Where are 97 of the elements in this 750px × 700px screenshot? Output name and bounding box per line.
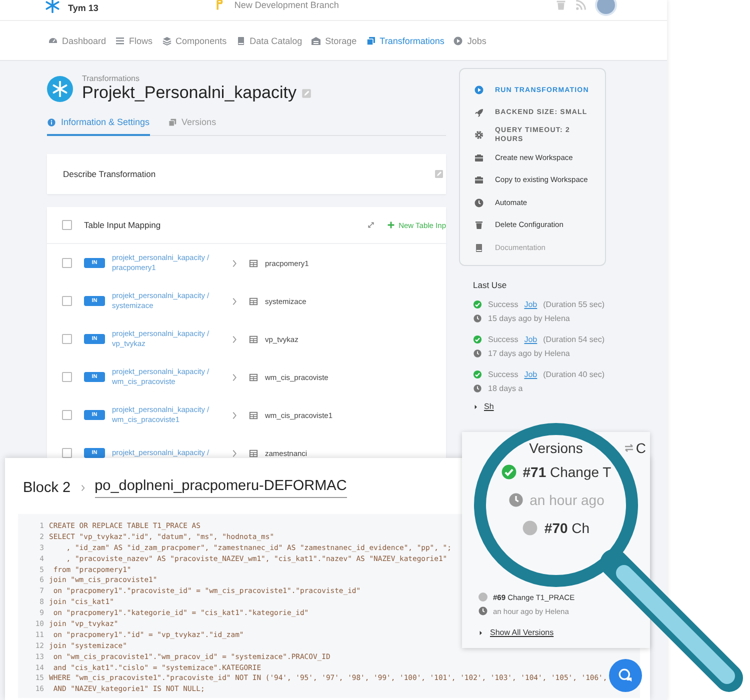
checkbox[interactable] xyxy=(62,334,72,344)
job-status: Success xyxy=(488,370,518,378)
version-time: an hour ago xyxy=(530,492,604,508)
nav-item[interactable]: Transformations xyxy=(366,36,444,46)
clock-icon xyxy=(473,384,482,392)
clock-icon xyxy=(478,606,488,616)
book-icon xyxy=(236,36,246,46)
clock-icon xyxy=(473,348,482,358)
table-icon xyxy=(249,448,258,458)
trash-icon xyxy=(555,0,567,11)
caret-icon xyxy=(478,630,484,636)
nav-item[interactable]: Data Catalog xyxy=(236,36,302,46)
job-status: Success xyxy=(488,300,518,308)
checkbox[interactable] xyxy=(62,410,72,420)
list-icon xyxy=(115,36,126,46)
job-duration: (Duration 54 sec) xyxy=(543,334,604,344)
chevron-icon xyxy=(230,448,239,458)
section-title: Last Use xyxy=(473,280,508,290)
block-title: Block 2 xyxy=(23,480,71,496)
checkbox[interactable] xyxy=(62,372,72,382)
version-title[interactable]: #70 Ch xyxy=(544,520,590,536)
tab[interactable]: Versions xyxy=(168,117,216,136)
branch-name[interactable]: New Development Branch xyxy=(234,0,339,10)
chat-icon xyxy=(618,668,634,684)
logo-icon xyxy=(45,0,60,12)
compare-link[interactable]: C xyxy=(636,440,646,456)
clock-icon xyxy=(474,198,484,208)
checkbox[interactable] xyxy=(62,296,72,306)
trash-icon xyxy=(474,220,484,230)
rocket-icon xyxy=(474,108,484,118)
job-duration: (Duration 55 sec) xyxy=(543,300,604,308)
chevron-icon xyxy=(230,372,239,382)
snowflake-icon xyxy=(52,80,68,96)
rss-icon xyxy=(575,0,587,11)
checkbox[interactable] xyxy=(62,258,72,268)
copy-icon xyxy=(168,118,177,126)
chevron-icon xyxy=(230,296,239,306)
caret-icon xyxy=(473,404,479,410)
describe-link[interactable]: Describe Transformation xyxy=(63,169,156,179)
tab[interactable]: Information & Settings xyxy=(47,117,150,136)
gauge-icon xyxy=(48,36,58,46)
nav-item[interactable]: Dashboard xyxy=(48,36,106,46)
nav-item[interactable]: Storage xyxy=(311,36,357,46)
plus-icon xyxy=(386,221,395,229)
table-icon xyxy=(249,258,258,268)
team-name[interactable]: Tym 13 xyxy=(68,3,98,13)
versions-title: Versions xyxy=(529,440,583,456)
box-icon xyxy=(474,175,484,186)
clock-icon xyxy=(473,314,482,322)
code-name-field[interactable]: po_doplneni_pracpomeru-DEFORMAC xyxy=(94,478,347,498)
chevron-icon xyxy=(230,410,239,420)
avatar[interactable] xyxy=(595,0,617,16)
expand-icon xyxy=(366,221,375,229)
squares-icon xyxy=(366,36,376,46)
table-icon xyxy=(249,372,258,382)
success-icon xyxy=(473,370,482,378)
page-title: Projekt_Personalni_kapacity xyxy=(82,83,297,103)
chevron-icon xyxy=(78,484,87,492)
stack-icon xyxy=(162,36,172,46)
success-icon xyxy=(473,334,482,344)
play-icon xyxy=(474,85,484,96)
edit-icon xyxy=(300,88,312,98)
job-duration: (Duration 40 sec) xyxy=(543,370,604,378)
nav-item[interactable]: Flows xyxy=(115,36,153,46)
success-icon xyxy=(473,300,482,308)
checkbox[interactable] xyxy=(62,220,72,230)
settings-icon xyxy=(474,130,484,140)
warehouse-icon xyxy=(311,36,322,46)
show-all-versions-link[interactable]: Show All Versions xyxy=(490,628,554,637)
job-link[interactable]: Job xyxy=(524,300,538,308)
book-icon xyxy=(474,242,484,253)
job-link[interactable]: Job xyxy=(524,370,538,378)
job-link[interactable]: Job xyxy=(524,334,538,344)
table-icon xyxy=(249,296,258,306)
section-title: Table Input Mapping xyxy=(84,220,161,230)
show-more-link[interactable]: Sh xyxy=(484,402,494,411)
play-icon xyxy=(453,36,464,46)
info-icon xyxy=(47,118,56,126)
version-title[interactable]: #71 Change T xyxy=(522,464,612,480)
swap-icon xyxy=(624,443,634,453)
box-icon xyxy=(474,152,484,163)
chevron-icon xyxy=(230,258,239,268)
chevron-icon xyxy=(230,334,239,344)
status-dot xyxy=(522,520,538,536)
table-icon xyxy=(249,334,258,344)
breadcrumb-link[interactable]: Transformations xyxy=(82,74,312,83)
checkbox[interactable] xyxy=(62,448,72,458)
success-icon xyxy=(500,464,517,480)
job-time: 17 days ago by Helena xyxy=(488,348,570,358)
job-time: 15 days ago by Helena xyxy=(488,314,570,322)
job-time: 18 days a xyxy=(488,384,523,392)
clock-icon xyxy=(508,492,524,508)
job-status: Success xyxy=(488,334,518,344)
nav-item[interactable]: Components xyxy=(162,36,227,46)
status-dot xyxy=(478,592,488,602)
table-icon xyxy=(249,410,258,420)
nav-item[interactable]: Jobs xyxy=(453,36,486,46)
